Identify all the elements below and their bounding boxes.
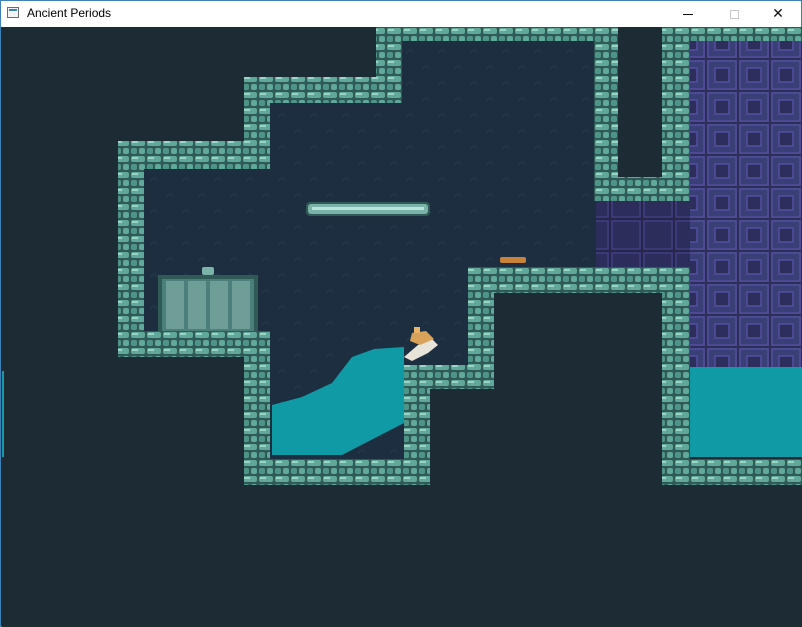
close-button[interactable]: ✕ <box>755 1 801 27</box>
window-title: Ancient Periods <box>27 6 112 20</box>
water-pool-right <box>690 367 802 457</box>
game-viewport[interactable] <box>2 27 802 627</box>
minimize-icon <box>683 13 693 15</box>
close-icon: ✕ <box>772 6 784 22</box>
purple-block-wall <box>596 41 802 367</box>
game-scene <box>118 27 802 485</box>
double-door <box>158 267 258 331</box>
maximize-button[interactable] <box>711 1 757 27</box>
minimize-button[interactable] <box>665 1 711 27</box>
title-bar[interactable]: Ancient Periods ✕ <box>1 1 801 27</box>
pressure-plate <box>500 257 526 263</box>
app-icon <box>7 7 19 18</box>
water-edge-indicator <box>2 371 4 457</box>
game-window: Ancient Periods ✕ <box>0 0 802 627</box>
maximize-icon <box>729 9 739 19</box>
floating-platform <box>306 202 430 216</box>
